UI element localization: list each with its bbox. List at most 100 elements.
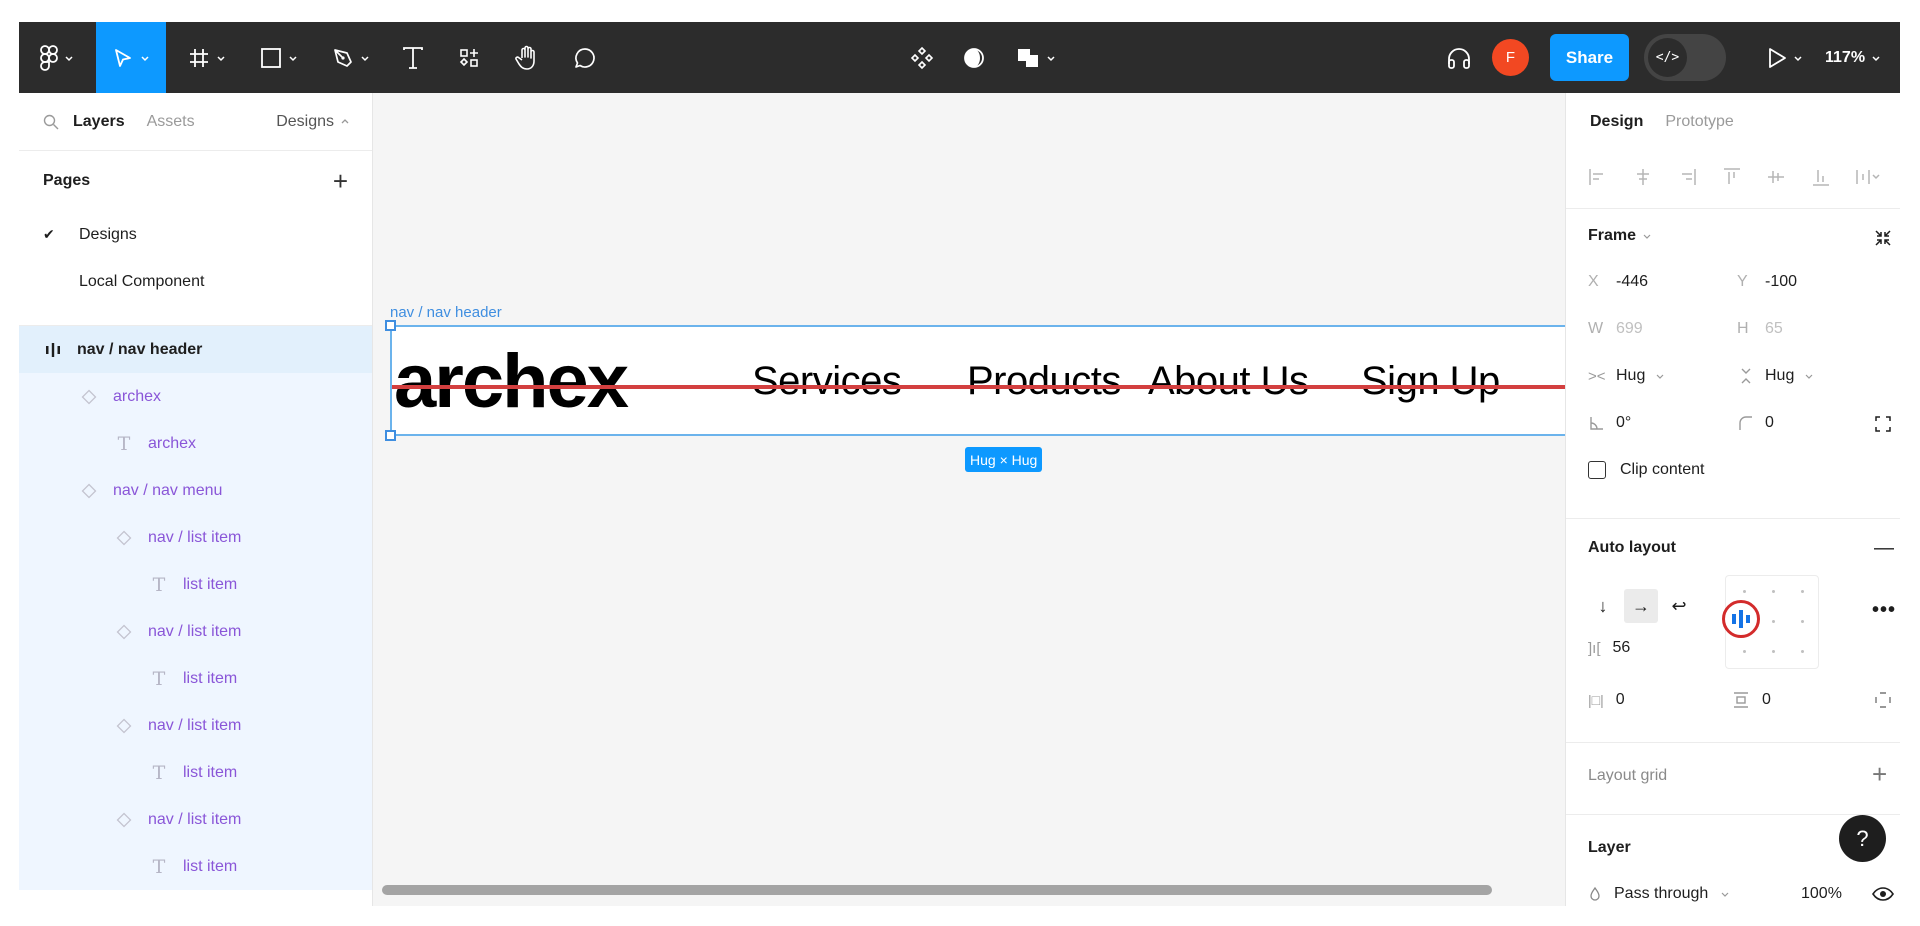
alignment-left-center-marker[interactable] [1722, 600, 1760, 638]
main-menu-button[interactable] [19, 22, 95, 93]
layer-row[interactable]: T list item [19, 843, 372, 890]
corner-radius-field[interactable]: 0 [1737, 414, 1774, 432]
resize-handle-top-left[interactable] [385, 320, 396, 331]
clip-content-checkbox[interactable]: Clip content [1588, 461, 1705, 479]
gap-field[interactable]: ]ı[ 56 [1588, 639, 1630, 657]
chevron-down-icon [1872, 55, 1880, 61]
toolbar: F Share </> 117% [19, 22, 1900, 93]
align-bottom-icon[interactable] [1811, 167, 1856, 187]
layer-row[interactable]: nav / nav menu [19, 467, 372, 514]
add-page-icon[interactable]: + [333, 168, 348, 194]
search-icon[interactable] [43, 114, 59, 130]
page-switcher[interactable]: Designs [276, 93, 350, 151]
layer-row[interactable]: T list item [19, 655, 372, 702]
individual-padding-icon[interactable] [1874, 691, 1892, 709]
rectangle-icon [261, 47, 281, 68]
height-field[interactable]: H 65 [1737, 320, 1783, 338]
checkbox[interactable] [1588, 461, 1606, 479]
opacity-field[interactable]: 100% [1801, 885, 1842, 903]
move-tool-button[interactable] [96, 22, 166, 93]
visibility-eye-icon[interactable] [1872, 887, 1894, 901]
figma-app: F Share </> 117% Layers Assets Designs P… [19, 22, 1900, 906]
help-button[interactable]: ? [1839, 815, 1886, 862]
layer-row[interactable]: archex [19, 373, 372, 420]
resources-tool-button[interactable] [445, 22, 493, 93]
nav-item-sign-up[interactable]: Sign Up [1361, 357, 1500, 405]
align-right-icon[interactable] [1677, 167, 1722, 187]
tab-assets[interactable]: Assets [147, 113, 195, 131]
layer-row[interactable]: nav / list item [19, 702, 372, 749]
tab-design[interactable]: Design [1590, 113, 1643, 131]
y-field[interactable]: Y -100 [1737, 273, 1797, 291]
vertical-direction-icon[interactable]: ↓ [1588, 589, 1618, 623]
resize-handle-bottom-left[interactable] [385, 430, 396, 441]
alignment-grid[interactable] [1722, 575, 1819, 669]
page-item-local-component[interactable]: Local Component [19, 258, 372, 305]
tab-layers[interactable]: Layers [73, 113, 125, 131]
add-layout-grid-icon[interactable]: + [1872, 759, 1887, 790]
page-item-designs[interactable]: ✔ Designs [19, 211, 372, 258]
chevron-down-icon [217, 55, 225, 61]
instance-diamond-icon [114, 718, 134, 734]
audio-button[interactable] [1439, 22, 1479, 93]
x-field[interactable]: X -446 [1588, 273, 1648, 291]
horizontal-direction-icon[interactable]: → [1624, 589, 1658, 623]
remove-auto-layout-icon[interactable]: — [1874, 537, 1894, 560]
right-panel: Design Prototype Frame X -446 Y -100 W 6… [1565, 93, 1900, 906]
horizontal-padding-field[interactable]: |□| 0 [1588, 691, 1625, 709]
boolean-operations-button[interactable] [1006, 22, 1066, 93]
layer-row[interactable]: T list item [19, 749, 372, 796]
avatar[interactable]: F [1492, 39, 1529, 76]
comment-tool-button[interactable] [561, 22, 609, 93]
rotation-field[interactable]: 0° [1588, 414, 1631, 432]
dev-mode-toggle[interactable]: </> [1644, 34, 1726, 81]
drop-icon [1590, 886, 1600, 901]
align-left-icon[interactable] [1588, 167, 1633, 187]
more-options-icon[interactable]: ••• [1872, 599, 1896, 622]
width-field[interactable]: W 699 [1588, 320, 1643, 338]
resize-to-fit-icon[interactable] [1874, 229, 1892, 247]
chevron-down-icon [1047, 55, 1055, 61]
pen-tool-button[interactable] [321, 22, 381, 93]
layer-row[interactable]: nav / list item [19, 608, 372, 655]
tab-prototype[interactable]: Prototype [1665, 113, 1733, 131]
create-component-button[interactable] [902, 22, 942, 93]
distribute-icon[interactable] [1855, 167, 1900, 187]
frame-name-label[interactable]: nav / nav header [390, 304, 502, 321]
wrap-direction-icon[interactable]: ↩ [1664, 589, 1694, 623]
align-horizontal-center-icon[interactable] [1633, 167, 1678, 187]
frame-hash-icon [190, 48, 208, 67]
vertical-resizing-icon [1741, 368, 1751, 384]
mask-button[interactable] [954, 22, 994, 93]
horizontal-resizing-icon: >< [1588, 367, 1606, 385]
shape-tool-button[interactable] [249, 22, 309, 93]
layer-row[interactable]: nav / list item [19, 796, 372, 843]
layer-row[interactable]: nav / list item [19, 514, 372, 561]
height-mode-dropdown[interactable]: Hug [1737, 367, 1814, 385]
text-tool-button[interactable] [389, 22, 437, 93]
frame-title[interactable]: Frame [1588, 227, 1652, 245]
nav-item-services[interactable]: Services [752, 357, 902, 405]
layer-row-nav-header[interactable]: nav / nav header [19, 326, 372, 373]
blend-mode-dropdown[interactable]: Pass through [1588, 885, 1730, 903]
vertical-padding-field[interactable]: 0 [1732, 691, 1771, 709]
hand-tool-button[interactable] [503, 22, 551, 93]
canvas[interactable]: nav / nav header archex Services Product… [373, 93, 1565, 906]
zoom-menu[interactable]: 117% [1825, 22, 1881, 93]
horizontal-scrollbar[interactable] [382, 885, 1492, 895]
vertical-padding-icon [1734, 692, 1748, 708]
present-button[interactable] [1757, 22, 1813, 93]
width-mode-dropdown[interactable]: >< Hug [1588, 367, 1665, 385]
align-top-icon[interactable] [1722, 167, 1767, 187]
align-vertical-center-icon[interactable] [1766, 167, 1811, 187]
nav-item-products[interactable]: Products [967, 357, 1121, 405]
brand-logo-text[interactable]: archex [394, 341, 629, 423]
layer-row[interactable]: T list item [19, 561, 372, 608]
layer-row[interactable]: T archex [19, 420, 372, 467]
auto-layout-horizontal-icon [43, 342, 63, 357]
nav-header-frame[interactable]: archex Services Products About Us Sign U… [390, 325, 1565, 436]
frame-tool-button[interactable] [177, 22, 237, 93]
nav-item-about-us[interactable]: About Us [1148, 357, 1309, 405]
independent-corners-icon[interactable] [1874, 415, 1892, 433]
share-button[interactable]: Share [1550, 34, 1629, 81]
